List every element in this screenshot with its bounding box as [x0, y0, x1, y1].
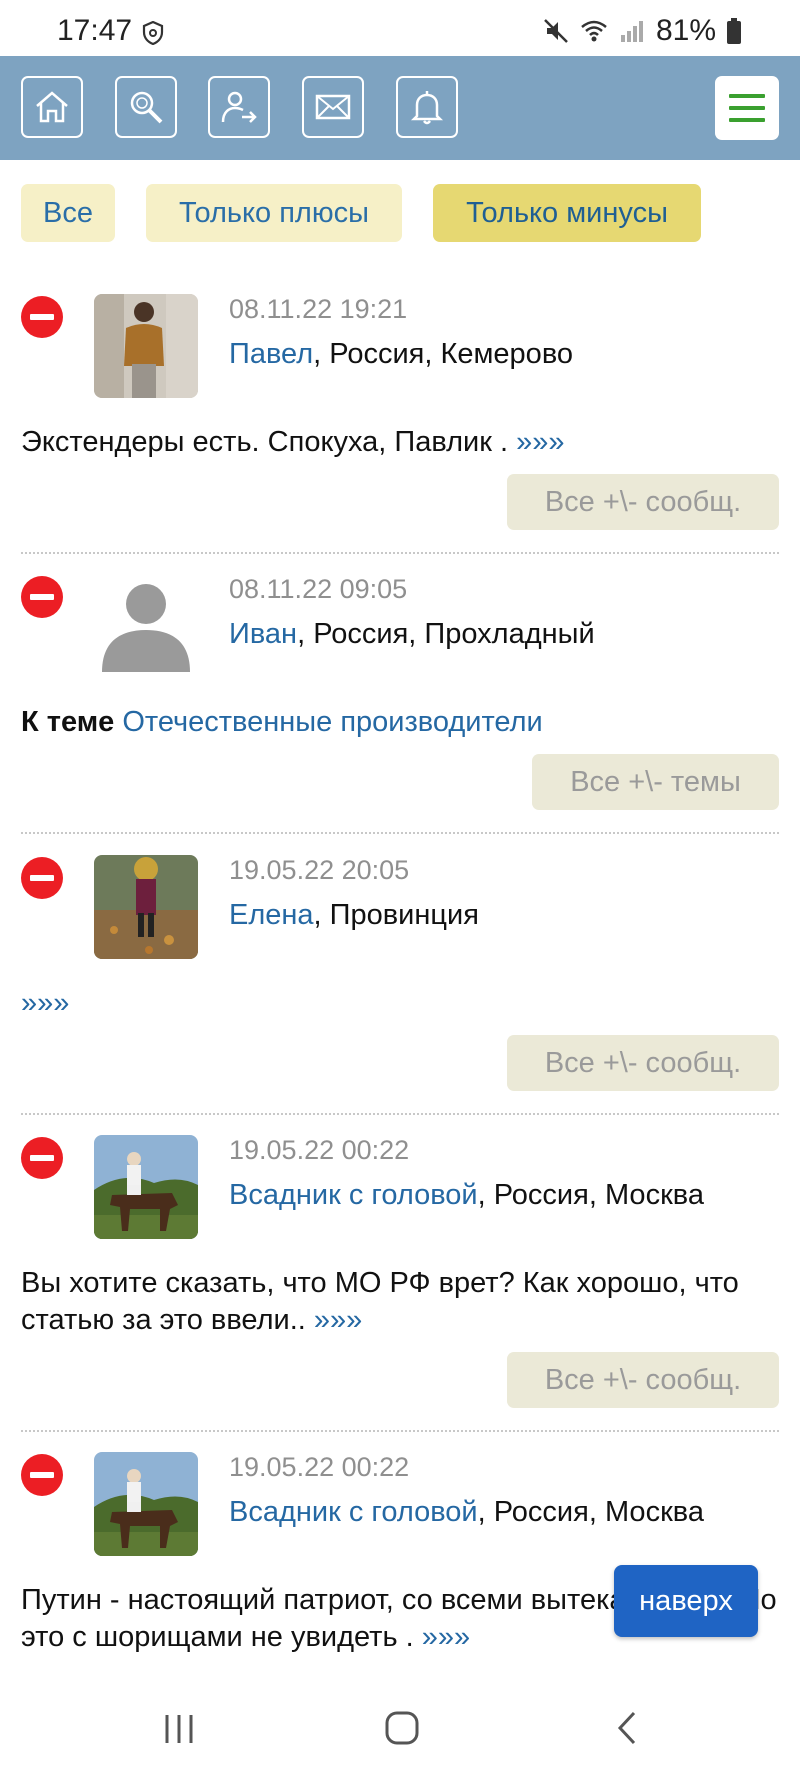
- home-nav-icon[interactable]: [384, 1710, 420, 1746]
- divider: [21, 1430, 779, 1432]
- filter-all[interactable]: Все: [21, 184, 115, 242]
- mute-icon: [544, 19, 568, 43]
- read-more-link[interactable]: »»»: [516, 426, 564, 458]
- all-messages-button[interactable]: Все +\- сообщ.: [507, 1035, 779, 1091]
- author-location: , Россия, Москва: [477, 1496, 704, 1528]
- minus-icon: [21, 857, 63, 899]
- bell-icon: [410, 91, 444, 125]
- entry-message: »»»: [21, 985, 781, 1022]
- read-more-link[interactable]: »»»: [314, 1304, 362, 1336]
- login-button[interactable]: [208, 76, 270, 138]
- scroll-to-top-button[interactable]: наверх: [614, 1565, 758, 1637]
- topic-prefix: К теме: [21, 706, 115, 738]
- menu-button[interactable]: [715, 76, 779, 140]
- author-location: , Россия, Кемерово: [313, 338, 574, 370]
- author-name-link[interactable]: Павел: [229, 338, 313, 370]
- entry-date: 08.11.22 09:05: [229, 574, 408, 604]
- search-button[interactable]: [115, 76, 177, 138]
- entry-author: Павел, Россия, Кемерово: [229, 338, 573, 371]
- topic-link[interactable]: Отечественные производители: [122, 706, 542, 738]
- author-name-link[interactable]: Иван: [229, 618, 297, 650]
- filter-minuses-only[interactable]: Только минусы: [433, 184, 701, 242]
- author-name-link[interactable]: Всадник с головой: [229, 1179, 478, 1211]
- menu-icon-line: [729, 118, 765, 122]
- entry-author: Елена, Провинция: [229, 899, 479, 932]
- search-icon: [130, 91, 163, 124]
- menu-icon-line: [729, 106, 765, 110]
- divider: [21, 552, 779, 554]
- minus-icon: [21, 1137, 63, 1179]
- home-button[interactable]: [21, 76, 83, 138]
- read-more-link[interactable]: »»»: [422, 1621, 470, 1653]
- message-text: Вы хотите сказать, что МО РФ врет? Как х…: [21, 1267, 739, 1336]
- entry-author: Всадник с головой, Россия, Москва: [229, 1496, 704, 1529]
- entry-date: 08.11.22 19:21: [229, 294, 408, 324]
- status-bar: 17:47 81%: [0, 0, 800, 56]
- avatar-placeholder[interactable]: [94, 574, 198, 678]
- minus-icon: [21, 296, 63, 338]
- avatar[interactable]: [94, 1452, 198, 1556]
- wifi-icon: [581, 20, 607, 42]
- author-name-link[interactable]: Елена: [229, 899, 314, 931]
- entry-author: Всадник с головой, Россия, Москва: [229, 1179, 704, 1212]
- avatar[interactable]: [94, 294, 198, 398]
- read-more-link[interactable]: »»»: [21, 987, 69, 1019]
- minus-icon: [21, 1454, 63, 1496]
- mail-icon: [315, 94, 351, 120]
- top-nav-bar: [0, 56, 800, 160]
- message-text: Экстендеры есть. Спокуха, Павлик .: [21, 426, 517, 458]
- mail-button[interactable]: [302, 76, 364, 138]
- signal-icon: [620, 21, 643, 42]
- entry-date: 19.05.22 00:22: [229, 1452, 410, 1482]
- avatar[interactable]: [94, 855, 198, 959]
- notifications-button[interactable]: [396, 76, 458, 138]
- entry-message: Экстендеры есть. Спокуха, Павлик . »»»: [21, 424, 781, 461]
- entry-date: 19.05.22 00:22: [229, 1135, 410, 1165]
- battery-icon: [727, 18, 741, 44]
- filter-pluses-only[interactable]: Только плюсы: [146, 184, 402, 242]
- divider: [21, 832, 779, 834]
- system-nav-bar: [0, 1680, 800, 1777]
- author-location: , Россия, Москва: [477, 1179, 704, 1211]
- all-topics-button[interactable]: Все +\- темы: [532, 754, 779, 810]
- entry-message: К теме Отечественные производители: [21, 704, 781, 741]
- author-location: , Россия, Прохладный: [297, 618, 595, 650]
- status-time: 17:47: [57, 14, 133, 47]
- back-icon[interactable]: [612, 1710, 642, 1746]
- minus-icon: [21, 576, 63, 618]
- author-location: , Провинция: [313, 899, 479, 931]
- entry-author: Иван, Россия, Прохладный: [229, 618, 595, 651]
- login-icon: [221, 91, 257, 123]
- entry-date: 19.05.22 20:05: [229, 855, 410, 885]
- home-icon: [36, 91, 68, 123]
- all-messages-button[interactable]: Все +\- сообщ.: [507, 1352, 779, 1408]
- menu-icon: [729, 94, 765, 98]
- recent-apps-icon[interactable]: [162, 1712, 196, 1746]
- shield-icon: [142, 21, 164, 45]
- all-messages-button[interactable]: Все +\- сообщ.: [507, 474, 779, 530]
- battery-percent: 81%: [655, 14, 716, 47]
- author-name-link[interactable]: Всадник с головой: [229, 1496, 478, 1528]
- entry-message: Вы хотите сказать, что МО РФ врет? Как х…: [21, 1265, 781, 1339]
- divider: [21, 1113, 779, 1115]
- avatar[interactable]: [94, 1135, 198, 1239]
